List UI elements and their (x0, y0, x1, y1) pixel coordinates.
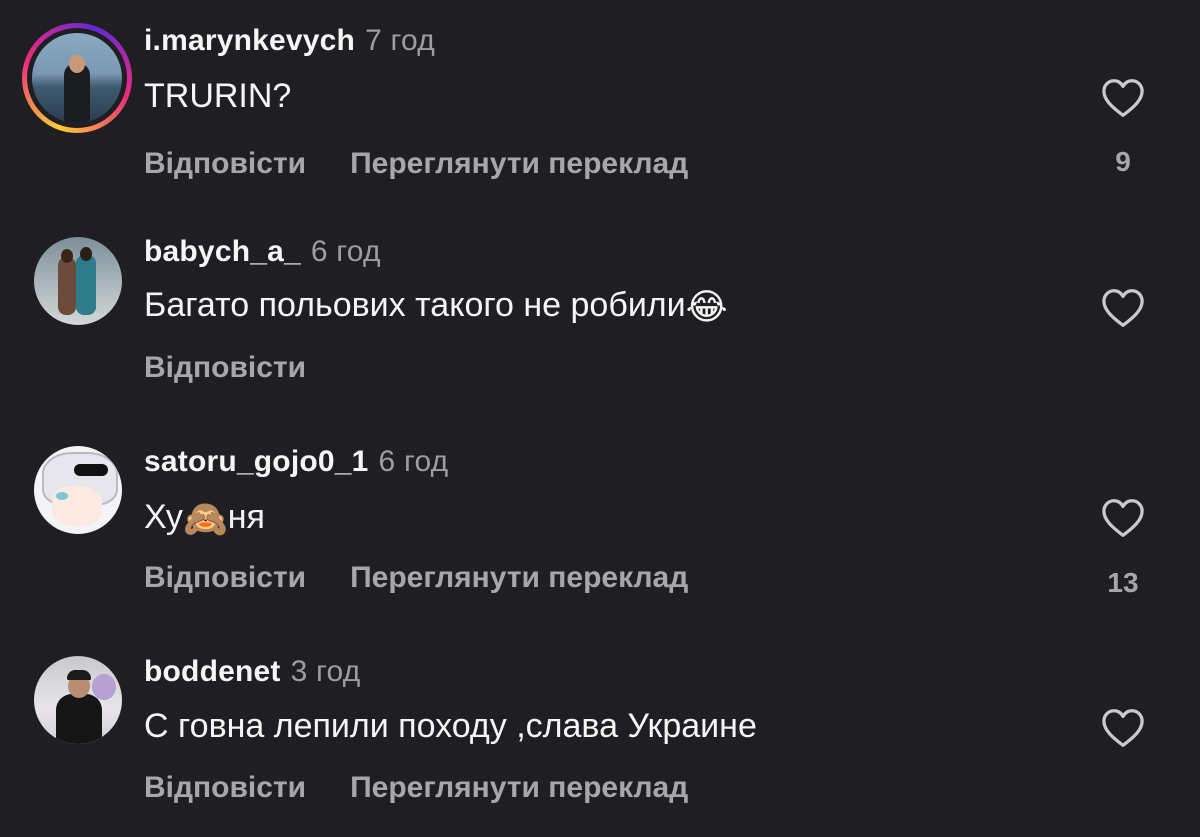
like-count[interactable]: 9 (1093, 146, 1153, 178)
comment-time: 3 год (290, 655, 361, 688)
comment-item: babych_a_ 6 год Багато польових такого не… (0, 233, 1200, 433)
avatar[interactable] (22, 652, 122, 752)
reply-button[interactable]: Відповісти (144, 147, 306, 180)
comments-list: i.marynkevych 7 год TRURIN? Відповісти Пер… (0, 0, 1200, 837)
see-translation-button[interactable]: Переглянути переклад (350, 771, 688, 804)
comment-username[interactable]: i.marynkevych 7 год (144, 24, 435, 58)
comment-text: Багато польових такого не робили😂 (144, 286, 728, 328)
see-translation-button[interactable]: Переглянути переклад (350, 147, 688, 180)
reply-button[interactable]: Відповісти (144, 561, 306, 594)
heart-outline-icon[interactable] (1101, 78, 1145, 118)
comment-actions: Відповісти Переглянути переклад (144, 147, 732, 181)
comment-username[interactable]: babych_a_ 6 год (144, 235, 381, 269)
comment-time: 7 год (365, 24, 435, 57)
comment-time: 6 год (310, 235, 381, 268)
avatar-image (34, 446, 122, 534)
heart-outline-icon[interactable] (1101, 498, 1145, 538)
like-count[interactable]: 13 (1093, 567, 1153, 599)
comment-username[interactable]: satoru_gojo0_1 6 год (144, 445, 448, 479)
reply-button[interactable]: Відповісти (144, 351, 306, 384)
comment-actions: Відповісти Переглянути переклад (144, 771, 732, 805)
comment-item: boddenet 3 год С говна лепили походу ,сла… (0, 652, 1200, 837)
laughing-tears-emoji-icon: 😂 (685, 287, 728, 328)
avatar[interactable] (22, 23, 132, 133)
comment-text: Ху🙈ня (144, 498, 265, 540)
comment-time: 6 год (378, 445, 449, 478)
comment-item: i.marynkevych 7 год TRURIN? Відповісти Пер… (0, 20, 1200, 220)
avatar-image (34, 237, 122, 325)
comment-username[interactable]: boddenet 3 год (144, 655, 360, 689)
comment-actions: Відповісти (144, 351, 350, 385)
comment-text: С говна лепили походу ,слава Украине (144, 707, 757, 745)
heart-outline-icon[interactable] (1101, 288, 1145, 328)
comment-item: satoru_gojo0_1 6 год Ху🙈ня Відповісти Пере… (0, 442, 1200, 642)
avatar-image (32, 33, 122, 123)
reply-button[interactable]: Відповісти (144, 771, 306, 804)
see-no-evil-monkey-emoji-icon: 🙈 (182, 499, 228, 540)
heart-outline-icon[interactable] (1101, 708, 1145, 748)
comment-text: TRURIN? (144, 77, 292, 115)
comment-actions: Відповісти Переглянути переклад (144, 561, 732, 595)
see-translation-button[interactable]: Переглянути переклад (350, 561, 688, 594)
avatar[interactable] (22, 442, 122, 542)
avatar[interactable] (22, 233, 122, 333)
avatar-image (34, 656, 122, 744)
